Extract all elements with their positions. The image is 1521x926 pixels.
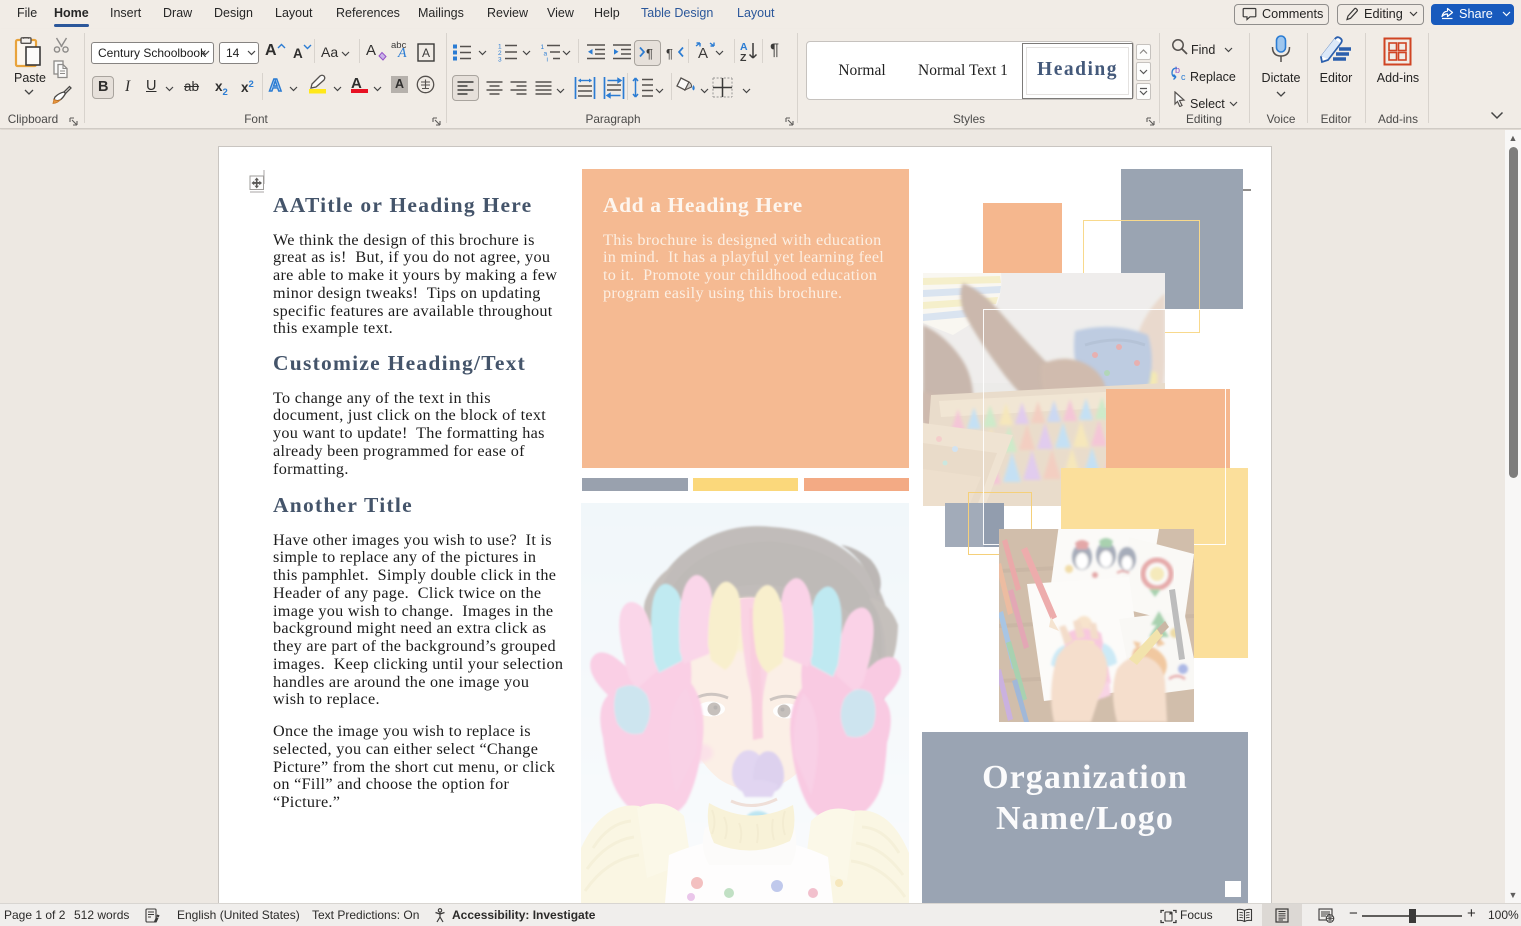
- svg-text:b: b: [1175, 65, 1180, 75]
- svg-text:A: A: [698, 45, 708, 62]
- svg-text:i: i: [547, 57, 548, 63]
- svg-text:Z: Z: [740, 52, 747, 63]
- svg-text:¶: ¶: [666, 46, 673, 60]
- svg-text:3: 3: [498, 57, 502, 63]
- svg-text:c: c: [1181, 72, 1186, 82]
- svg-text:¶: ¶: [646, 46, 653, 60]
- svg-text:A: A: [422, 46, 430, 60]
